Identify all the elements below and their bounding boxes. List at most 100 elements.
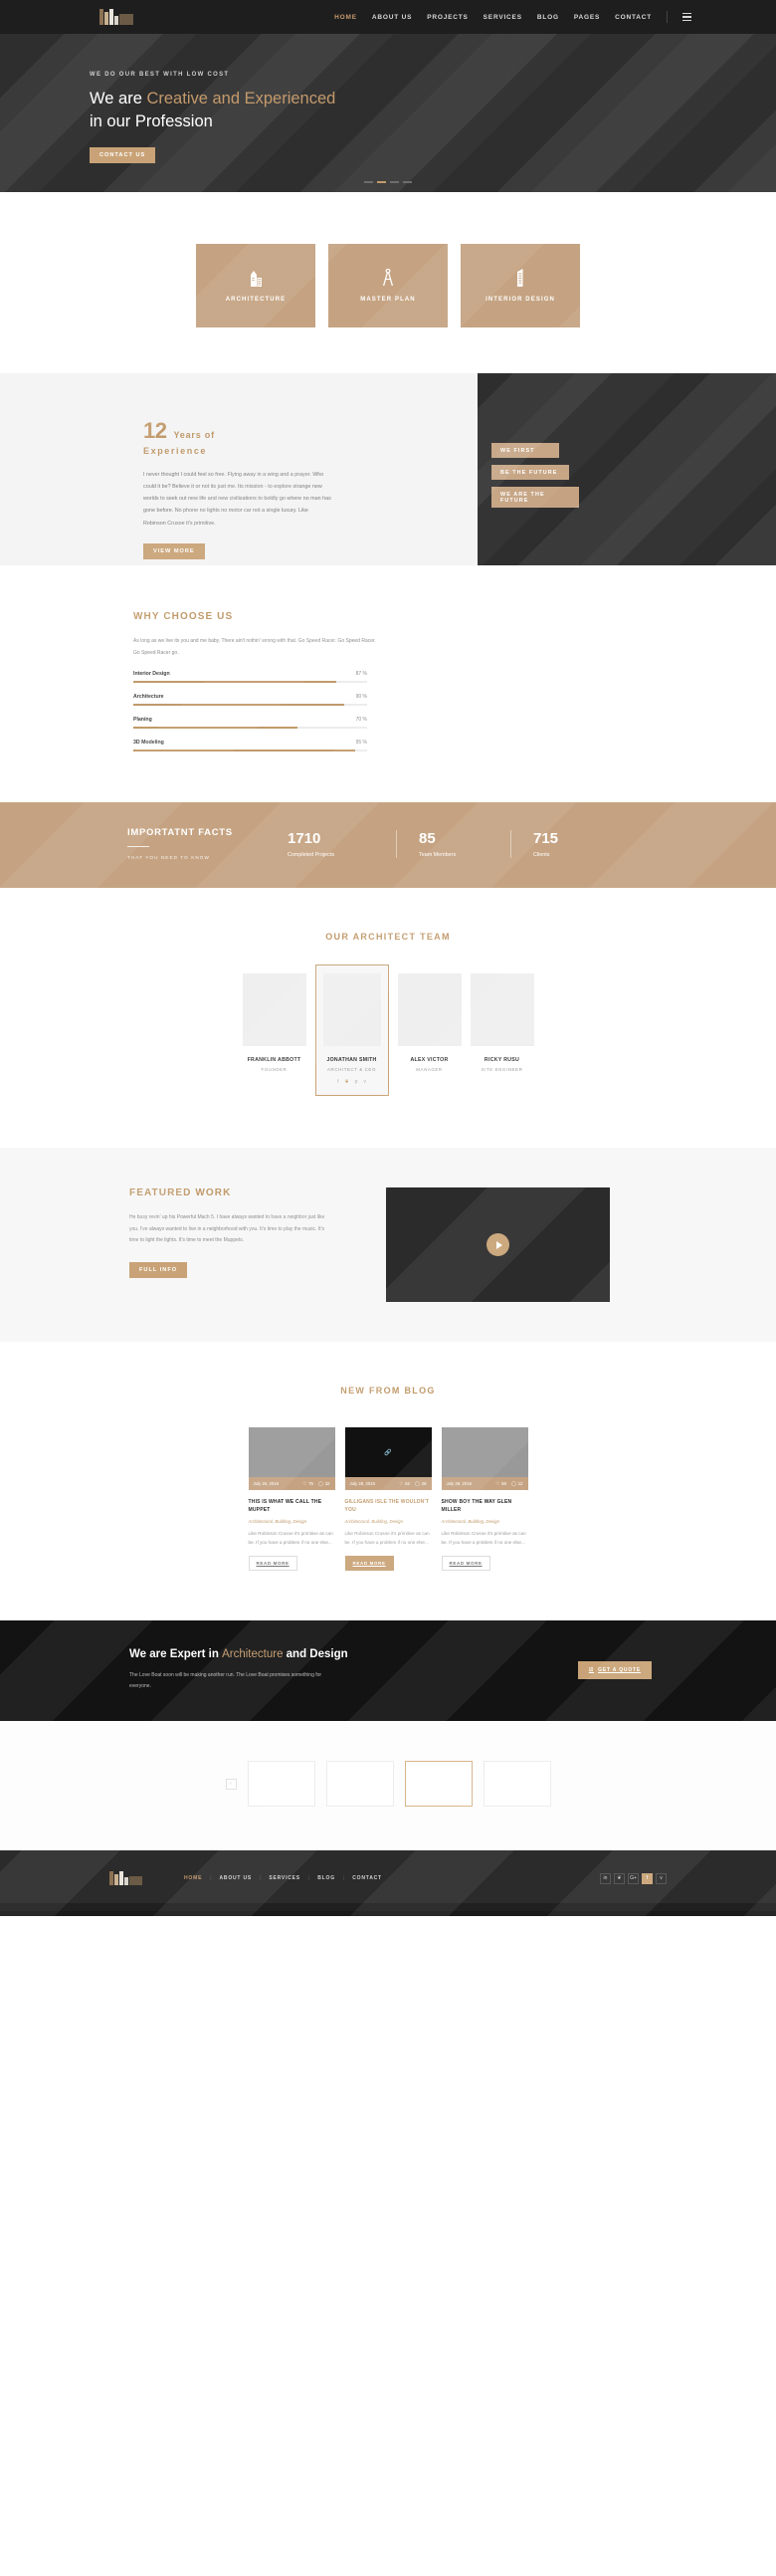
client-logo-4[interactable] [483, 1761, 551, 1808]
get-a-quote-button[interactable]: ☑ GET A QUOTE [577, 1660, 652, 1679]
hero-dot-1[interactable] [364, 181, 373, 183]
service-card-interior-design[interactable]: INTERIOR DESIGN [461, 244, 580, 327]
post-read-more-button[interactable]: READ MORE [248, 1556, 297, 1572]
footer-nav-contact[interactable]: CONTACT [352, 1875, 382, 1881]
nav-item-about-us[interactable]: ABOUT US [372, 14, 412, 21]
post-likes-count: 75 [308, 1481, 313, 1487]
post-date: July 28, 2016 [349, 1481, 376, 1487]
pinterest-icon[interactable]: p [355, 1079, 358, 1085]
footer-nav-home[interactable]: HOME [184, 1875, 202, 1881]
nav-item-projects[interactable]: PROJECTS [427, 14, 468, 21]
footer-nav-blog[interactable]: BLOG [317, 1875, 335, 1881]
post-likes: ♡ 75 [302, 1481, 313, 1487]
footer-nav-about-us[interactable]: ABOUT US [220, 1875, 253, 1881]
post-read-more-button[interactable]: READ MORE [344, 1556, 394, 1572]
nav-item-pages[interactable]: PAGES [574, 14, 600, 21]
post-meta: July 29, 2016 ♡ 58 ◯ 12 [441, 1477, 528, 1491]
member-role: FOUNDER [261, 1067, 288, 1073]
fact-label: Team Members [419, 851, 457, 858]
footer-nav-services[interactable]: SERVICES [269, 1875, 300, 1881]
experience-right-panel: WE FIRST BE THE FUTURE WE ARE THE FUTURE [478, 373, 776, 565]
twitter-icon[interactable]: ❦ [344, 1079, 348, 1085]
experience-tab-we-are-the-future[interactable]: WE ARE THE FUTURE [491, 487, 579, 508]
hero-dot-2[interactable] [377, 181, 386, 183]
linkedin-icon[interactable]: in [600, 1872, 611, 1884]
vimeo-icon[interactable]: v [363, 1079, 366, 1085]
team-member-franklin-abbott[interactable]: FRANKLIN ABBOTT FOUNDER [242, 973, 306, 1096]
vimeo-icon[interactable]: v [656, 1872, 667, 1884]
client-logo-2[interactable] [325, 1761, 394, 1808]
client-logo-1[interactable] [247, 1761, 315, 1808]
tower-icon [514, 269, 526, 287]
fact-completed-projects: 1710 Completed Projects [282, 830, 396, 858]
post-categories[interactable]: Architectural, Building, Design [442, 1519, 528, 1524]
post-likes: ♡ 62 [399, 1481, 410, 1487]
footer-logo[interactable] [109, 1871, 142, 1886]
team-member-jonathan-smith[interactable]: JONATHAN SMITH ARCHITECT & CEO f ❦ p v [314, 965, 389, 1097]
experience-tab-we-first[interactable]: WE FIRST [491, 443, 559, 458]
scroll-strip[interactable] [0, 1911, 776, 1917]
hero-dot-3[interactable] [390, 181, 399, 183]
skill-row-3d-modeling: 3D Modeling 95 % [133, 740, 367, 751]
clients-prev-arrow-icon[interactable]: ‹ [225, 1778, 237, 1790]
footer-navigation: HOME | ABOUT US | SERVICES | BLOG | CONT… [184, 1875, 382, 1881]
skill-percent: 90 % [355, 694, 367, 700]
google-plus-icon[interactable]: G+ [628, 1872, 639, 1884]
team-member-alex-victor[interactable]: ALEX VICTOR MANAGER [397, 973, 462, 1096]
featured-work-paragraph: He busy revin' up his Powerful Mach 5. I… [129, 1214, 325, 1243]
twitter-icon[interactable]: ❦ [614, 1872, 625, 1884]
nav-item-contact[interactable]: CONTACT [615, 14, 652, 21]
hamburger-icon[interactable] [682, 12, 691, 22]
play-icon[interactable] [486, 1233, 509, 1257]
footer-bottom-bar [0, 1903, 776, 1912]
services-section: ARCHITECTURE MASTER PLAN INTERIOR DESIGN [0, 192, 776, 373]
cta-section: We are Expert in Architecture and Design… [0, 0, 776, 2576]
blog-post-2[interactable]: 🔗 July 28, 2016 ♡ 62 ◯ 28 GILLIGANS ISLE T… [344, 1427, 432, 1572]
nav-item-services[interactable]: SERVICES [484, 14, 522, 21]
fact-number: 715 [533, 829, 559, 847]
post-title[interactable]: SHOW BOY THE WAY GLEN MILLER [442, 1499, 528, 1514]
blog-post-3[interactable]: July 29, 2016 ♡ 58 ◯ 12 SHOW BOY THE WAY G… [441, 1427, 528, 1572]
featured-work-full-info-button[interactable]: FULL INFO [129, 1262, 188, 1279]
hero-slider-dots[interactable] [0, 181, 776, 183]
post-categories[interactable]: Architectural, Building, Design [249, 1519, 335, 1524]
skill-percent: 95 % [355, 740, 367, 746]
post-categories[interactable]: Architectural, Building, Design [345, 1519, 432, 1524]
service-card-architecture[interactable]: ARCHITECTURE [196, 244, 315, 327]
post-date: July 26, 2016 [253, 1481, 280, 1487]
featured-work-video[interactable] [386, 1187, 610, 1303]
cta-heading-accent: Architecture [222, 1648, 284, 1661]
facebook-icon[interactable]: f [642, 1872, 653, 1884]
hero-title-plain: We are [90, 90, 147, 107]
post-meta: July 26, 2016 ♡ 75 ◯ 32 [248, 1477, 335, 1491]
featured-work-section: FEATURED WORK He busy revin' up his Powe… [0, 1148, 776, 1343]
nav-item-home[interactable]: HOME [334, 14, 357, 21]
client-logo-3[interactable] [404, 1761, 473, 1808]
facts-heading-block: IMPORTATNT FACTS THAT YOU NEED TO KNOW [127, 827, 282, 860]
blog-post-1[interactable]: July 26, 2016 ♡ 75 ◯ 32 THIS IS WHAT WE CA… [248, 1427, 335, 1572]
post-excerpt: Like Robinson Crusoe it's primitive as c… [344, 1530, 430, 1545]
hero-contact-button[interactable]: CONTACT US [90, 146, 156, 163]
blog-title: NEW FROM BLOG [340, 1386, 436, 1396]
nav-item-blog[interactable]: BLOG [537, 14, 559, 21]
experience-view-more-button[interactable]: VIEW MORE [143, 542, 205, 559]
skill-name: Planing [133, 717, 152, 723]
hero-section: WE DO OUR BEST WITH LOW COST We are Crea… [0, 34, 776, 192]
member-name: RICKY RUSU [484, 1057, 520, 1064]
experience-years-label: Years of [173, 430, 215, 440]
service-card-master-plan[interactable]: MASTER PLAN [328, 244, 448, 327]
team-member-ricky-rusu[interactable]: RICKY RUSU SITE ENGINEER [470, 973, 534, 1096]
service-label: INTERIOR DESIGN [485, 297, 555, 303]
post-read-more-button[interactable]: READ MORE [441, 1556, 490, 1572]
buildings-icon [249, 269, 264, 287]
post-title[interactable]: GILLIGANS ISLE THE WOULDN'T YOU [345, 1499, 432, 1514]
skill-row-planing: Planing 70 % [133, 717, 367, 729]
footer-nav-divider: | [260, 1875, 262, 1882]
experience-tab-be-the-future[interactable]: BE THE FUTURE [491, 465, 569, 480]
skill-row-interior-design: Interior Design 87 % [133, 671, 367, 683]
post-title[interactable]: THIS IS WHAT WE CALL THE MUPPET [249, 1499, 335, 1514]
facebook-icon[interactable]: f [337, 1079, 338, 1085]
hero-dot-4[interactable] [403, 181, 412, 183]
architect-logo[interactable] [99, 9, 133, 25]
footer-socials: in ❦ G+ f v [600, 1872, 667, 1884]
